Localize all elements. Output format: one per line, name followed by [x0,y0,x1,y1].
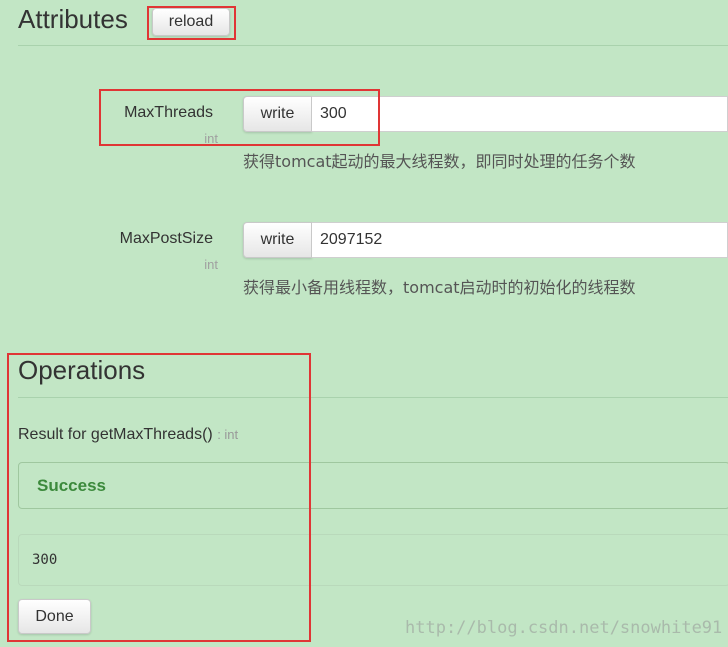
attributes-heading: Attributes [18,4,128,34]
write-button-maxpostsize[interactable]: write [243,222,312,258]
attr-desc-maxpostsize: 获得最小备用线程数，tomcat启动时的初始化的线程数 [243,278,636,297]
attr-type-maxpostsize: int [204,257,218,272]
attr-desc-maxthreads: 获得tomcat起动的最大线程数，即同时处理的任务个数 [243,152,636,171]
maxthreads-highlight [99,89,380,146]
attributes-divider [18,45,728,46]
attr-name-maxpostsize: MaxPostSize [119,230,213,247]
operations-highlight [7,353,311,642]
watermark: http://blog.csdn.net/snowhite91 [405,618,723,638]
reload-highlight [147,6,236,40]
maxpostsize-input[interactable] [312,222,728,258]
